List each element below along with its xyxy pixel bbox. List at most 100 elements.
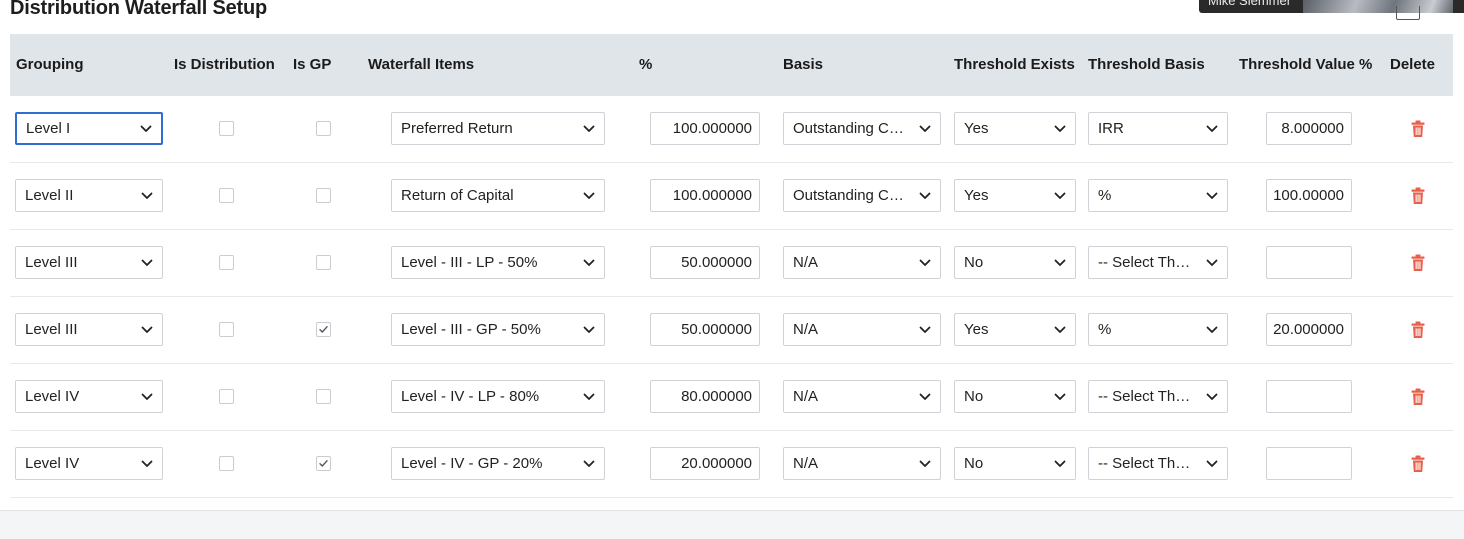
threshold-value-input[interactable] [1266,447,1352,480]
table-row: Level III Level - III - GP - 50% 50.000000… [10,297,1453,364]
threshold-basis-select-value: -- Select Th… [1098,455,1191,472]
header-threshold-basis: Threshold Basis [1088,56,1205,73]
chevron-down-icon [919,180,931,211]
percent-input[interactable]: 80.000000 [650,380,760,413]
is-gp-checkbox[interactable] [316,456,331,471]
grouping-select[interactable]: Level I [15,112,163,145]
chevron-down-icon [1054,314,1066,345]
threshold-exists-select-value: No [964,254,984,271]
header-threshold-exists: Threshold Exists [954,56,1075,73]
threshold-exists-select[interactable]: No [954,447,1076,480]
chevron-down-icon [919,314,931,345]
is-gp-checkbox[interactable] [316,389,331,404]
grouping-select[interactable]: Level II [15,179,163,212]
chevron-down-icon [583,247,595,278]
is-distribution-checkbox[interactable] [219,322,234,337]
footer-bar [0,510,1464,539]
basis-select-value: N/A [793,321,819,338]
threshold-exists-select-value: No [964,388,984,405]
percent-input[interactable]: 50.000000 [650,313,760,346]
basis-select[interactable]: Outstanding C… [783,112,941,145]
waterfall-item-select[interactable]: Level - III - LP - 50% [391,246,605,279]
waterfall-table: Grouping Is Distribution Is GP Waterfall… [10,34,1453,498]
waterfall-item-select[interactable]: Level - III - GP - 50% [391,313,605,346]
is-gp-checkbox[interactable] [316,121,331,136]
is-distribution-checkbox[interactable] [219,121,234,136]
basis-select-value: N/A [793,254,819,271]
threshold-basis-select[interactable]: -- Select Th… [1088,447,1228,480]
threshold-value-input[interactable] [1266,380,1352,413]
waterfall-item-select-value: Level - III - GP - 50% [401,321,541,338]
waterfall-item-select[interactable]: Level - IV - GP - 20% [391,447,605,480]
waterfall-item-select[interactable]: Return of Capital [391,179,605,212]
waterfall-item-select[interactable]: Level - IV - LP - 80% [391,380,605,413]
threshold-value-input[interactable]: 8.000000 [1266,112,1352,145]
threshold-exists-select-value: No [964,455,984,472]
percent-input[interactable]: 100.000000 [650,112,760,145]
table-row: Level III Level - III - LP - 50% 50.000000… [10,230,1453,297]
table-row: Level I Preferred Return 100.000000 Outstan… [10,96,1453,163]
is-distribution-checkbox[interactable] [219,456,234,471]
threshold-basis-select-value: -- Select Th… [1098,254,1191,271]
basis-select[interactable]: N/A [783,447,941,480]
threshold-exists-select[interactable]: No [954,380,1076,413]
grouping-select[interactable]: Level III [15,313,163,346]
trash-icon[interactable] [1410,455,1426,473]
chevron-down-icon [583,314,595,345]
is-gp-checkbox[interactable] [316,188,331,203]
basis-select[interactable]: Outstanding C… [783,179,941,212]
waterfall-item-select-value: Preferred Return [401,120,513,137]
threshold-basis-select[interactable]: -- Select Th… [1088,246,1228,279]
waterfall-item-select-value: Level - IV - LP - 80% [401,388,540,405]
percent-input[interactable]: 20.000000 [650,447,760,480]
panel-icon[interactable] [1396,6,1420,20]
chevron-down-icon [141,381,153,412]
table-body: Level I Preferred Return 100.000000 Outstan… [10,96,1453,498]
header-basis: Basis [783,56,824,73]
is-gp-checkbox[interactable] [316,322,331,337]
basis-select[interactable]: N/A [783,380,941,413]
header-is-distribution: Is Distribution [174,56,275,73]
chevron-down-icon [919,113,931,144]
table-row: Level II Return of Capital 100.000000 Outst… [10,163,1453,230]
grouping-select-value: Level IV [25,388,80,405]
threshold-basis-select-value: % [1098,187,1112,204]
threshold-exists-select[interactable]: No [954,246,1076,279]
threshold-basis-select[interactable]: -- Select Th… [1088,380,1228,413]
video-image [1303,0,1453,13]
chevron-down-icon [1054,180,1066,211]
threshold-basis-select[interactable]: % [1088,313,1228,346]
threshold-value-input[interactable]: 20.000000 [1266,313,1352,346]
threshold-value-input[interactable]: 100.00000 [1266,179,1352,212]
is-distribution-checkbox[interactable] [219,389,234,404]
threshold-exists-select[interactable]: Yes [954,179,1076,212]
is-distribution-checkbox[interactable] [219,188,234,203]
threshold-basis-select[interactable]: % [1088,179,1228,212]
threshold-exists-select[interactable]: Yes [954,313,1076,346]
header-waterfall-items: Waterfall Items [368,56,475,73]
chevron-down-icon [1054,247,1066,278]
basis-select[interactable]: N/A [783,246,941,279]
threshold-exists-select[interactable]: Yes [954,112,1076,145]
grouping-select[interactable]: Level III [15,246,163,279]
percent-input[interactable]: 50.000000 [650,246,760,279]
header-percent: % [639,56,653,73]
chevron-down-icon [919,247,931,278]
chevron-down-icon [919,381,931,412]
is-gp-checkbox[interactable] [316,255,331,270]
grouping-select[interactable]: Level IV [15,447,163,480]
trash-icon[interactable] [1410,187,1426,205]
threshold-basis-select[interactable]: IRR [1088,112,1228,145]
trash-icon[interactable] [1410,254,1426,272]
waterfall-item-select[interactable]: Preferred Return [391,112,605,145]
grouping-select[interactable]: Level IV [15,380,163,413]
basis-select[interactable]: N/A [783,313,941,346]
percent-input[interactable]: 100.000000 [650,179,760,212]
trash-icon[interactable] [1410,388,1426,406]
grouping-select-value: Level I [26,120,71,137]
is-distribution-checkbox[interactable] [219,255,234,270]
video-thumbnail[interactable]: Mike Siemmer [1199,0,1464,13]
trash-icon[interactable] [1410,120,1426,138]
threshold-value-input[interactable] [1266,246,1352,279]
trash-icon[interactable] [1410,321,1426,339]
